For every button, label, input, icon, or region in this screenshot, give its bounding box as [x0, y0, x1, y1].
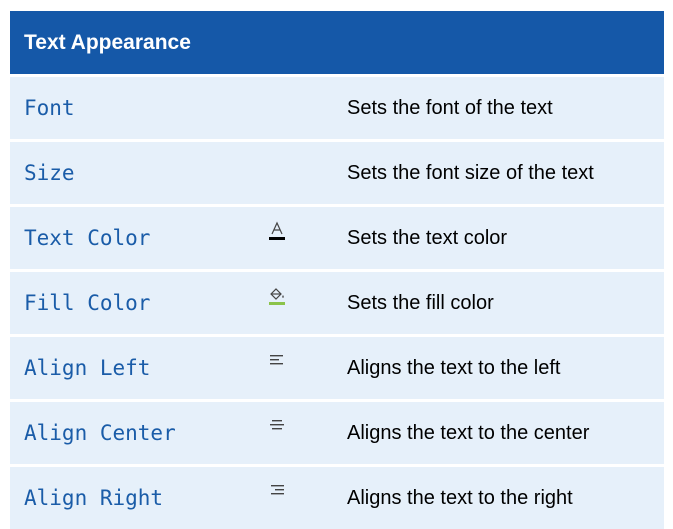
command-size: Size [24, 161, 75, 185]
table-row-font: Font Sets the font of the text [10, 77, 664, 139]
table-row-text-color: Text Color Sets the text color [10, 207, 664, 269]
table-header: Text Appearance [10, 11, 664, 74]
command-fill-color: Fill Color [24, 291, 151, 315]
table-row-fill-color: Fill Color Sets the fill color [10, 272, 664, 334]
command-text-color: Text Color [24, 226, 151, 250]
table-row-align-left: Align Left Aligns the text to the left [10, 337, 664, 399]
align-left-icon [266, 350, 288, 372]
description-fill-color: Sets the fill color [347, 291, 494, 314]
description-font: Sets the font of the text [347, 96, 553, 119]
description-align-left: Aligns the text to the left [347, 356, 561, 379]
align-right-icon [266, 480, 288, 502]
text-color-icon [266, 220, 288, 242]
table-row-size: Size Sets the font size of the text [10, 142, 664, 204]
command-align-center: Align Center [24, 421, 176, 445]
command-font: Font [24, 96, 75, 120]
fill-color-icon [266, 285, 288, 307]
description-text-color: Sets the text color [347, 226, 508, 249]
align-center-icon [266, 415, 288, 437]
description-align-center: Aligns the text to the center [347, 421, 590, 444]
table-row-align-center: Align Center Aligns the text to the cent… [10, 402, 664, 464]
text-appearance-table: Text Appearance Font Sets the font of th… [10, 11, 664, 529]
description-size: Sets the font size of the text [347, 161, 594, 184]
command-align-left: Align Left [24, 356, 151, 380]
